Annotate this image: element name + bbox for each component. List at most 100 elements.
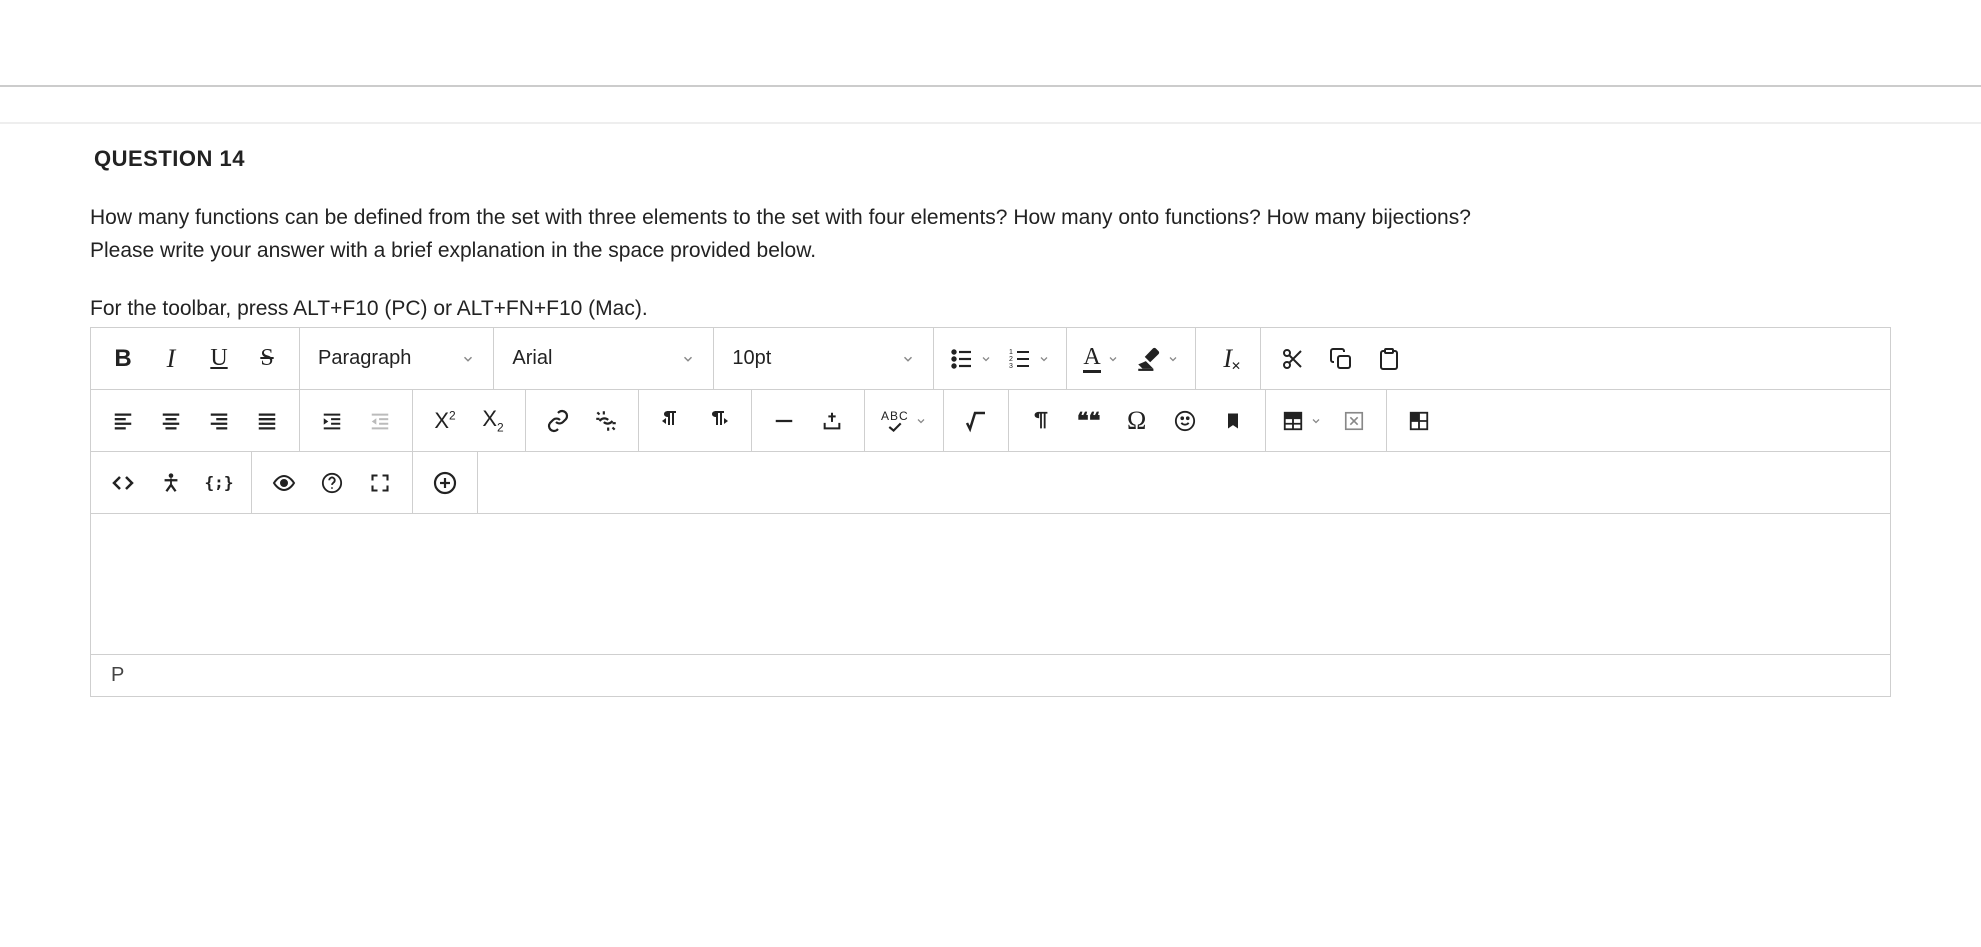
italic-icon: I [167, 344, 176, 374]
align-right-icon [208, 410, 230, 432]
chevron-down-icon [1107, 353, 1119, 365]
special-characters-button[interactable]: Ω [1113, 397, 1161, 445]
ltr-icon [659, 409, 683, 433]
insert-plus-button[interactable] [421, 459, 469, 507]
code-sample-icon: {;} [205, 473, 234, 492]
question-title: QUESTION 14 [90, 142, 1891, 202]
align-center-icon [160, 410, 182, 432]
outdent-icon [369, 410, 391, 432]
spellcheck-button[interactable]: ABC [873, 410, 935, 432]
clear-formatting-button[interactable]: I✕ [1204, 335, 1252, 383]
editor-canvas[interactable] [91, 514, 1890, 654]
subscript-icon: X2 [482, 406, 503, 434]
bold-button[interactable]: B [99, 335, 147, 383]
horizontal-rule-button[interactable] [760, 397, 808, 445]
font-size-select[interactable]: 10pt [714, 328, 934, 389]
delete-table-button[interactable] [1330, 397, 1378, 445]
insert-rows-cols-button[interactable] [1395, 397, 1443, 445]
show-nonprinting-button[interactable] [1017, 397, 1065, 445]
underline-icon: U [210, 345, 227, 372]
cut-button[interactable] [1269, 335, 1317, 383]
chevron-down-icon [681, 352, 695, 366]
emoji-button[interactable] [1161, 397, 1209, 445]
insert-file-button[interactable] [808, 397, 856, 445]
horizontal-rule-icon [773, 410, 795, 432]
blockquote-button[interactable]: ❝❝ [1065, 397, 1113, 445]
numbered-list-icon: 123 [1008, 347, 1032, 371]
accessibility-icon [160, 472, 182, 494]
smiley-icon [1174, 410, 1196, 432]
table-grid-icon [1408, 410, 1430, 432]
indent-button[interactable] [308, 397, 356, 445]
remove-link-button[interactable] [582, 397, 630, 445]
anchor-button[interactable] [1209, 397, 1257, 445]
chevron-down-icon [1310, 415, 1322, 427]
strikethrough-icon: S [260, 345, 273, 372]
clear-formatting-icon: I✕ [1223, 344, 1232, 374]
highlight-icon [1135, 346, 1161, 372]
plus-circle-icon [433, 471, 457, 495]
divider-top [0, 85, 1981, 87]
scissors-icon [1281, 347, 1305, 371]
align-justify-icon [256, 410, 278, 432]
align-right-button[interactable] [195, 397, 243, 445]
quote-icon: ❝❝ [1077, 408, 1101, 434]
math-equation-button[interactable] [952, 397, 1000, 445]
subscript-button[interactable]: X2 [469, 397, 517, 445]
font-size-label: 10pt [732, 347, 851, 370]
preview-button[interactable] [260, 459, 308, 507]
question-body-line1: How many functions can be defined from t… [90, 202, 1891, 235]
font-family-select[interactable]: Arial [494, 328, 714, 389]
insert-link-button[interactable] [534, 397, 582, 445]
chevron-down-icon [461, 352, 475, 366]
font-color-icon: A [1083, 345, 1100, 373]
align-left-icon [112, 410, 134, 432]
underline-button[interactable]: U [195, 335, 243, 383]
font-color-button[interactable]: A [1075, 345, 1126, 373]
chevron-down-icon [1167, 353, 1179, 365]
chevron-down-icon [901, 352, 915, 366]
eye-icon [272, 471, 296, 495]
rtl-button[interactable] [695, 397, 743, 445]
code-sample-button[interactable]: {;} [195, 459, 243, 507]
numbered-list-button[interactable]: 123 [1000, 347, 1058, 371]
align-left-button[interactable] [99, 397, 147, 445]
link-icon [546, 409, 570, 433]
italic-button[interactable]: I [147, 335, 195, 383]
table-delete-icon [1343, 410, 1365, 432]
strikethrough-button[interactable]: S [243, 335, 291, 383]
insert-file-icon [821, 410, 843, 432]
align-center-button[interactable] [147, 397, 195, 445]
copy-button[interactable] [1317, 335, 1365, 383]
copy-icon [1329, 347, 1353, 371]
element-path[interactable]: P [111, 664, 124, 687]
expand-icon [370, 473, 390, 493]
bold-icon: B [114, 345, 131, 373]
editor-status-path: P [91, 654, 1890, 696]
pilcrow-icon [1030, 410, 1052, 432]
superscript-button[interactable]: X2 [421, 397, 469, 445]
chevron-down-icon [980, 353, 992, 365]
unlink-icon [593, 408, 619, 434]
outdent-button[interactable] [356, 397, 404, 445]
accessibility-checker-button[interactable] [147, 459, 195, 507]
clipboard-icon [1377, 347, 1401, 371]
fullscreen-button[interactable] [356, 459, 404, 507]
bullet-list-button[interactable] [942, 347, 1000, 371]
indent-icon [321, 410, 343, 432]
html-source-button[interactable] [99, 459, 147, 507]
paragraph-format-label: Paragraph [318, 347, 411, 370]
paragraph-format-select[interactable]: Paragraph [300, 328, 494, 389]
question-body: How many functions can be defined from t… [90, 202, 1891, 297]
ltr-button[interactable] [647, 397, 695, 445]
rich-text-editor: B I U S Paragraph Arial 10pt [90, 327, 1891, 697]
highlight-color-button[interactable] [1127, 346, 1187, 372]
insert-table-button[interactable] [1274, 410, 1330, 432]
help-button[interactable] [308, 459, 356, 507]
help-icon [321, 472, 343, 494]
code-icon [111, 471, 135, 495]
spellcheck-icon: ABC [881, 410, 909, 432]
paste-button[interactable] [1365, 335, 1413, 383]
table-icon [1282, 410, 1304, 432]
align-justify-button[interactable] [243, 397, 291, 445]
